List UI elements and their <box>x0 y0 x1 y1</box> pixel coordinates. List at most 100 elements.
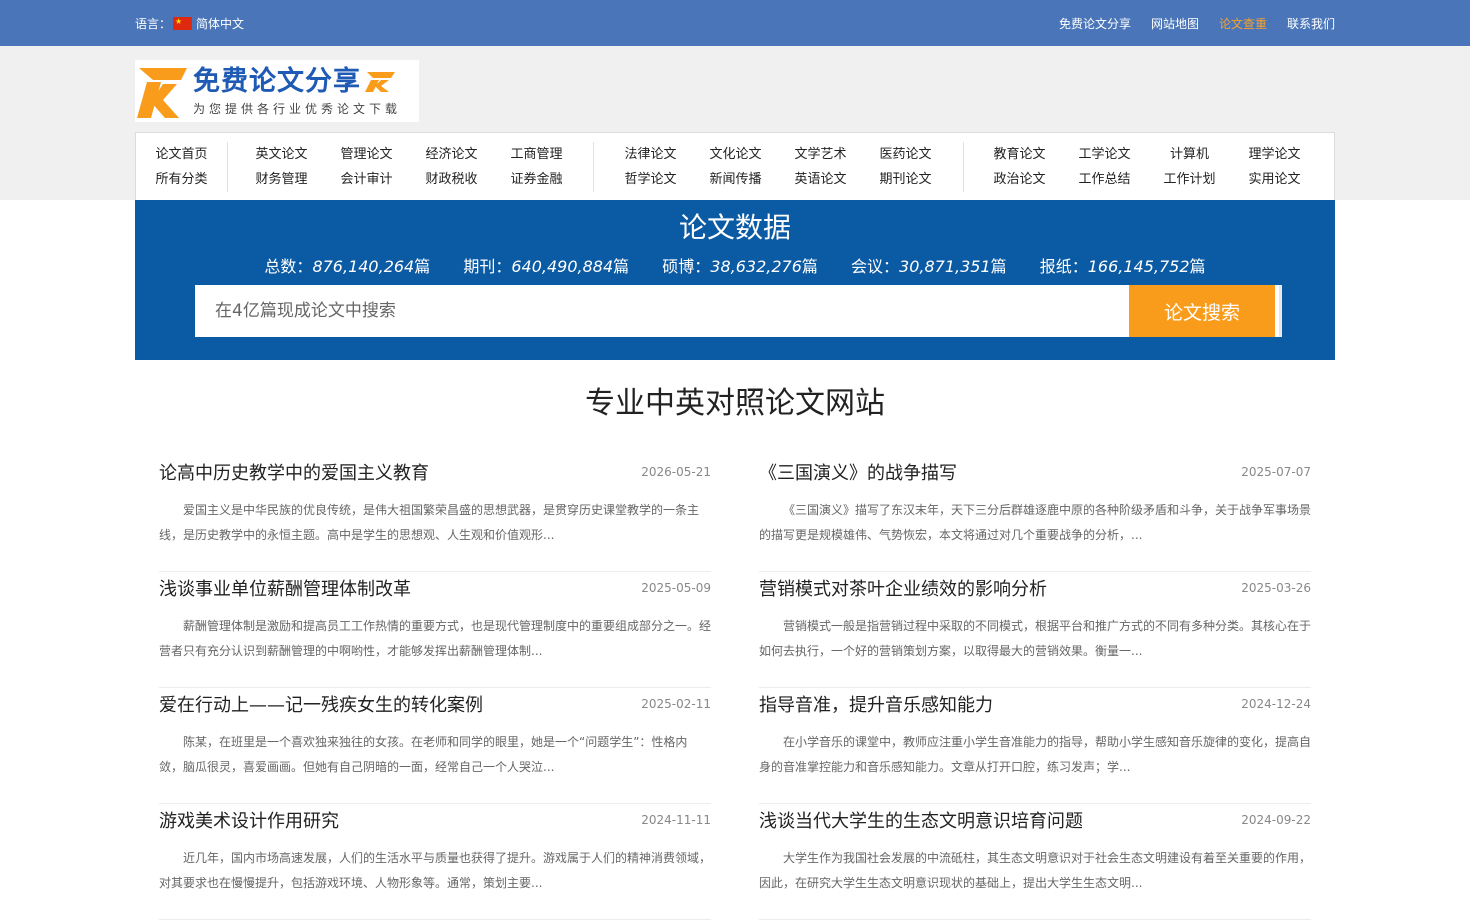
nav-item[interactable]: 哲学论文 <box>608 167 693 192</box>
stat-unit: 篇 <box>1189 257 1206 276</box>
data-panel-title: 论文数据 <box>678 211 791 244</box>
nav-item[interactable]: 管理论文 <box>324 142 409 167</box>
logo-title: 免费论文分享 <box>193 65 361 97</box>
article-excerpt: 近几年，国内市场高速发展，人们的生活水平与质量也获得了提升。游戏属于人们的精神消… <box>159 851 711 890</box>
nav-item[interactable]: 财政税收 <box>409 167 494 192</box>
article-date: 2024-12-24 <box>1241 697 1311 711</box>
stat-value: 640,490,884 <box>511 257 614 276</box>
article-title[interactable]: 营销模式对茶叶企业绩效的影响分析 <box>759 575 1047 601</box>
nav-item[interactable]: 理学论文 <box>1232 142 1317 167</box>
article-title[interactable]: 《三国演义》的战争描写 <box>759 459 957 485</box>
list-item: 浅谈当代大学生的生态文明意识培育问题 2024-09-22 大学生作为我国社会发展的… <box>759 804 1311 920</box>
top-link-free-papers[interactable]: 免费论文分享 <box>1059 15 1131 32</box>
article-title[interactable]: 指导音准，提升音乐感知能力 <box>759 691 993 717</box>
stat-unit: 篇 <box>801 257 818 276</box>
article-list: 论高中历史教学中的爱国主义教育 2026-05-21 爱国主义是中华民族的优良传统，… <box>135 456 1335 920</box>
nav-item[interactable]: 期刊论文 <box>863 167 948 192</box>
article-excerpt: 爱国主义是中华民族的优良传统，是伟大祖国繁荣昌盛的思想武器，是贯穿历史课堂教学的… <box>159 503 700 542</box>
header: 免费论文分享 为您提供各行业优秀论文下载 论文首页 所有分类 英文论文 财务管理 <box>0 46 1470 201</box>
search-button[interactable]: 论文搜索 <box>1129 285 1279 337</box>
language-value[interactable]: 简体中文 <box>196 15 244 32</box>
stat-label: 会议： <box>851 257 900 276</box>
article-title[interactable]: 论高中历史教学中的爱国主义教育 <box>159 459 429 485</box>
stat-unit: 篇 <box>414 257 431 276</box>
nav-item[interactable]: 财务管理 <box>239 167 324 192</box>
top-bar: 语言： 简体中文 免费论文分享 网站地图 论文查重 联系我们 <box>0 0 1470 46</box>
stat-label: 期刊： <box>463 257 512 276</box>
top-links: 免费论文分享 网站地图 论文查重 联系我们 <box>1039 15 1335 32</box>
logo-subtitle: 为您提供各行业优秀论文下载 <box>193 101 402 116</box>
article-excerpt: 《三国演义》描写了东汉末年，天下三分后群雄逐鹿中原的各种阶级矛盾和斗争，关于战争… <box>759 503 1311 542</box>
logo-mark-icon <box>137 68 187 118</box>
category-nav: 论文首页 所有分类 英文论文 财务管理 管理论文 会计审计 经济论文 财政税收 … <box>135 132 1335 201</box>
article-date: 2025-02-11 <box>641 697 711 711</box>
nav-item[interactable]: 计算机 <box>1147 142 1232 167</box>
search-input[interactable] <box>195 285 1129 337</box>
nav-item[interactable]: 医药论文 <box>863 142 948 167</box>
list-item: 营销模式对茶叶企业绩效的影响分析 2025-03-26 营销模式一般是指营销过程中采… <box>759 572 1311 688</box>
nav-item[interactable]: 经济论文 <box>409 142 494 167</box>
nav-item-all-categories[interactable]: 所有分类 <box>136 167 227 192</box>
site-logo[interactable]: 免费论文分享 为您提供各行业优秀论文下载 <box>135 60 419 122</box>
top-link-plagiarism-check[interactable]: 论文查重 <box>1219 15 1267 32</box>
nav-item[interactable]: 证券金融 <box>494 167 579 192</box>
article-excerpt: 营销模式一般是指营销过程中采取的不同模式，根据平台和推广方式的不同有多种分类。其… <box>759 619 1311 658</box>
nav-item[interactable]: 工商管理 <box>494 142 579 167</box>
list-item: 论高中历史教学中的爱国主义教育 2026-05-21 爱国主义是中华民族的优良传统，… <box>159 456 711 572</box>
list-item: 浅谈事业单位薪酬管理体制改革 2025-05-09 薪酬管理体制是激励和提高员工工作… <box>159 572 711 688</box>
top-link-contact[interactable]: 联系我们 <box>1287 15 1335 32</box>
article-date: 2024-09-22 <box>1241 813 1311 827</box>
page-title: 专业中英对照论文网站 <box>585 386 885 421</box>
top-link-sitemap[interactable]: 网站地图 <box>1151 15 1199 32</box>
list-item: 爱在行动上——记一残疾女生的转化案例 2025-02-11 陈某，在班里是一个喜欢独… <box>159 688 711 804</box>
stat-total: 总数：876,140,264篇 <box>264 257 430 276</box>
nav-item[interactable]: 工作计划 <box>1147 167 1232 192</box>
article-date: 2025-03-26 <box>1241 581 1311 595</box>
nav-group-home: 论文首页 所有分类 <box>136 142 227 192</box>
article-title[interactable]: 爱在行动上——记一残疾女生的转化案例 <box>159 691 483 717</box>
nav-item[interactable]: 法律论文 <box>608 142 693 167</box>
nav-item[interactable]: 会计审计 <box>324 167 409 192</box>
nav-item[interactable]: 英语论文 <box>778 167 863 192</box>
nav-item[interactable]: 工作总结 <box>1062 167 1147 192</box>
article-date: 2024-11-11 <box>641 813 711 827</box>
article-date: 2025-05-09 <box>641 581 711 595</box>
article-excerpt: 薪酬管理体制是激励和提高员工工作热情的重要方式，也是现代管理制度中的重要组成部分… <box>159 619 711 658</box>
stat-value: 876,140,264 <box>312 257 415 276</box>
article-title[interactable]: 浅谈事业单位薪酬管理体制改革 <box>159 575 411 601</box>
language-selector[interactable]: 语言： 简体中文 <box>135 15 244 32</box>
stat-label: 硕博： <box>662 257 711 276</box>
stat-label: 总数： <box>264 257 313 276</box>
list-item: 指导音准，提升音乐感知能力 2024-12-24 在小学音乐的课堂中，教师应注重小学… <box>759 688 1311 804</box>
article-date: 2026-05-21 <box>641 465 711 479</box>
list-item: 游戏美术设计作用研究 2024-11-11 近几年，国内市场高速发展，人们的生活水平… <box>159 804 711 920</box>
article-excerpt: 在小学音乐的课堂中，教师应注重小学生音准能力的指导，帮助小学生感知音乐旋律的变化… <box>759 735 1311 774</box>
nav-item[interactable]: 实用论文 <box>1232 167 1317 192</box>
logo-mini-mark-icon <box>365 71 395 92</box>
nav-group-humanities: 法律论文 哲学论文 文化论文 新闻传播 文学艺术 英语论文 医药论文 期刊论文 <box>594 142 948 192</box>
stat-newspapers: 报纸：166,145,752篇 <box>1040 257 1206 276</box>
search-bar: 论文搜索 <box>195 285 1279 337</box>
nav-item[interactable]: 工学论文 <box>1062 142 1147 167</box>
stat-value: 30,871,351 <box>899 257 991 276</box>
nav-item-home[interactable]: 论文首页 <box>136 142 227 167</box>
stat-value: 166,145,752 <box>1087 257 1190 276</box>
paper-data-panel: 论文数据 总数：876,140,264篇 期刊：640,490,884篇 硕博：… <box>135 200 1335 360</box>
nav-group-science: 教育论文 政治论文 工学论文 工作总结 计算机 工作计划 理学论文 实用论文 <box>964 142 1317 192</box>
article-excerpt: 大学生作为我国社会发展的中流砥柱，其生态文明意识对于社会生态文明建设有着至关重要… <box>759 851 1311 890</box>
nav-group-business: 英文论文 财务管理 管理论文 会计审计 经济论文 财政税收 工商管理 证券金融 <box>228 142 579 192</box>
stat-journals: 期刊：640,490,884篇 <box>463 257 629 276</box>
stat-unit: 篇 <box>990 257 1007 276</box>
nav-item[interactable]: 政治论文 <box>977 167 1062 192</box>
stat-theses: 硕博：38,632,276篇 <box>662 257 818 276</box>
article-title[interactable]: 浅谈当代大学生的生态文明意识培育问题 <box>759 807 1083 833</box>
nav-item[interactable]: 英文论文 <box>239 142 324 167</box>
article-title[interactable]: 游戏美术设计作用研究 <box>159 807 339 833</box>
language-label: 语言： <box>135 16 172 31</box>
data-stats: 总数：876,140,264篇 期刊：640,490,884篇 硕博：38,63… <box>135 254 1335 280</box>
article-excerpt: 陈某，在班里是一个喜欢独来独往的女孩。在老师和同学的眼里，她是一个“问题学生”：… <box>159 735 688 774</box>
nav-item[interactable]: 教育论文 <box>977 142 1062 167</box>
nav-item[interactable]: 文学艺术 <box>778 142 863 167</box>
nav-item[interactable]: 文化论文 <box>693 142 778 167</box>
nav-item[interactable]: 新闻传播 <box>693 167 778 192</box>
